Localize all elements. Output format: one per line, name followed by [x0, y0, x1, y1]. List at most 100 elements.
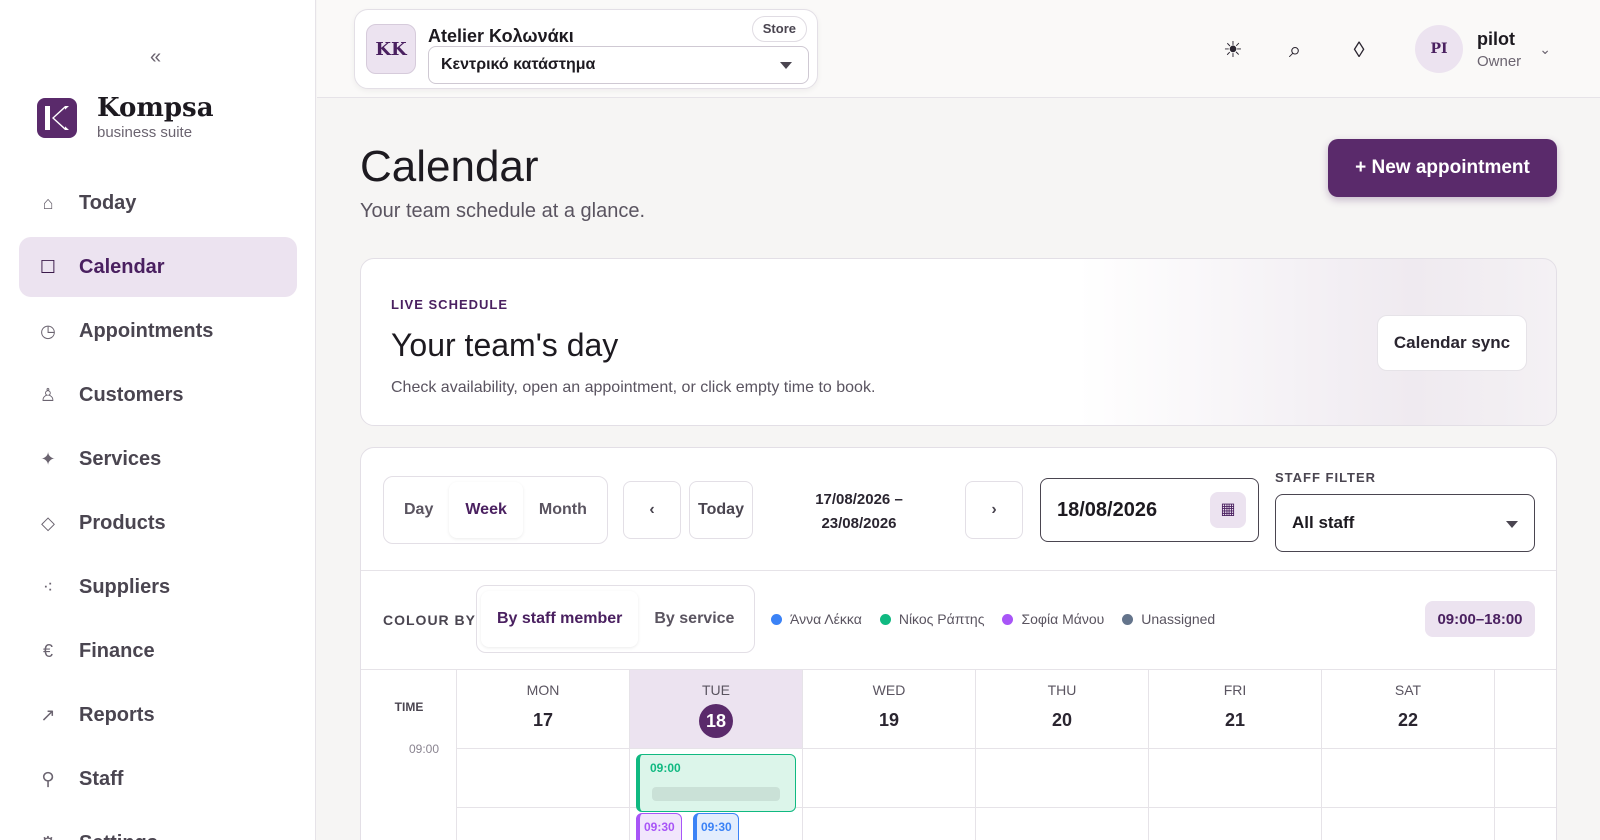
view-week-button[interactable]: Week [449, 482, 523, 538]
sidebar-item-label: Services [79, 447, 162, 470]
sidebar-item-label: Suppliers [79, 575, 171, 598]
day-number: 20 [1051, 710, 1073, 730]
sidebar-item-label: Today [79, 191, 137, 214]
sidebar-item-customers[interactable]: ♙ Customers [19, 365, 297, 425]
grid-header-line [457, 748, 1556, 749]
person-icon: ♙ [39, 384, 57, 405]
day-number: 22 [1397, 710, 1419, 730]
sidebar-item-reports[interactable]: ↗ Reports [19, 685, 297, 745]
appointment-details-redacted [652, 787, 780, 801]
date-value: 18/08/2026 [1057, 499, 1158, 521]
legend-item: Νίκος Ράπτης [879, 611, 985, 627]
staff-filter-select[interactable]: All staff [1275, 494, 1535, 552]
brand-name: Kompsa [97, 93, 214, 123]
diamond-icon: ◇ [41, 512, 55, 533]
sidebar-item-appointments[interactable]: ◷ Appointments [19, 301, 297, 361]
day-column[interactable]: WED 19 [803, 670, 976, 840]
hours-badge: 09:00–18:00 [1425, 601, 1535, 637]
next-week-button[interactable]: › [965, 481, 1023, 539]
sidebar-item-staff[interactable]: ⚲ Staff [19, 749, 297, 809]
legend: Άννα Λέκκα Νίκος Ράπτης Σοφία Μάνου Unassig… [771, 611, 1233, 627]
new-appointment-button[interactable]: + New appointment [1328, 139, 1557, 197]
euro-icon: € [42, 640, 53, 661]
page-title: Calendar [360, 142, 539, 191]
divider [361, 570, 1556, 571]
legend-item: Σοφία Μάνου [1002, 611, 1104, 627]
sidebar-item-settings[interactable]: ⚙ Settings [19, 813, 297, 840]
range-end: 23/08/2026 [821, 515, 897, 532]
date-range: 17/08/2026 – 23/08/2026 [791, 488, 927, 536]
user-menu[interactable]: PI pilot Owner ⌄ [1415, 25, 1551, 73]
calendar-icon: ☐ [39, 256, 57, 277]
legend-item: Άννα Λέκκα [771, 611, 862, 627]
sidebar-nav: ⌂ Today ☐ Calendar ◷ Appointments ♙ Customers ✦ S… [19, 173, 297, 840]
sidebar-item-products[interactable]: ◇ Products [19, 493, 297, 553]
grid-row-line [457, 807, 1556, 808]
day-number: 17 [532, 710, 554, 730]
time-header: TIME [394, 700, 424, 714]
store-switcher: KK Atelier Κολωνάκι Store Κεντρικό κατάσ… [354, 9, 818, 89]
day-column[interactable]: FRI 21 [1149, 670, 1322, 840]
calendar-picker-icon[interactable]: ▦ [1210, 492, 1246, 528]
time-label: 09:00 [409, 742, 440, 756]
appointment-time: 09:30 [644, 820, 675, 834]
live-title: Your team's day [391, 327, 619, 363]
calendar-sync-button[interactable]: Calendar sync [1377, 315, 1527, 371]
day-column[interactable]: SAT 22 [1322, 670, 1495, 840]
day-name: MON [526, 682, 560, 698]
store-name: Atelier Κολωνάκι [428, 26, 574, 46]
week-grid: TIME 09:00 MON 17 TUE 18 WED 19 THU 20 FRI 21 SAT 2… [361, 670, 1556, 840]
day-number: 19 [878, 710, 900, 730]
network-icon: ⁖ [42, 576, 54, 597]
date-field[interactable]: 18/08/2026 ▦ [1040, 478, 1259, 542]
sidebar-item-suppliers[interactable]: ⁖ Suppliers [19, 557, 297, 617]
legend-dot-icon [771, 613, 782, 625]
collapse-sidebar-button[interactable]: « [150, 46, 161, 69]
sidebar-item-label: Settings [79, 832, 158, 840]
colour-by-service-button[interactable]: By service [638, 591, 750, 647]
sidebar: « Kompsa business suite ⌂ Today ☐ Calendar ◷… [0, 0, 316, 840]
trend-arrow-icon: ↗ [40, 704, 56, 725]
day-column[interactable]: MON 17 [457, 670, 630, 840]
sidebar-item-label: Calendar [79, 255, 165, 278]
store-tag-badge: Store [751, 16, 807, 42]
calendar-panel: Day Week Month ‹ Today 17/08/2026 – 23/08/… [360, 447, 1557, 840]
sidebar-item-label: Products [79, 511, 166, 534]
day-slots[interactable] [1322, 748, 1494, 840]
sidebar-item-calendar[interactable]: ☐ Calendar [19, 237, 297, 297]
appointment-card[interactable]: 09:30 [636, 813, 682, 840]
view-day-button[interactable]: Day [388, 482, 449, 538]
sidebar-item-services[interactable]: ✦ Services [19, 429, 297, 489]
prev-week-button[interactable]: ‹ [623, 481, 681, 539]
page-subtitle: Your team schedule at a glance. [360, 200, 646, 222]
day-slots[interactable] [803, 748, 975, 840]
store-location-select[interactable]: Κεντρικό κατάστημα [428, 46, 809, 84]
colour-by-staff-button[interactable]: By staff member [481, 591, 639, 647]
brand[interactable]: Kompsa business suite [37, 94, 214, 141]
sidebar-item-label: Customers [79, 383, 184, 406]
legend-label: Νίκος Ράπτης [898, 611, 985, 627]
day-number: 18 [699, 704, 733, 738]
sidebar-item-finance[interactable]: € Finance [19, 621, 297, 681]
store-avatar: KK [366, 24, 416, 74]
theme-toggle-icon[interactable]: ☀ [1219, 36, 1247, 64]
brand-subtitle: business suite [97, 124, 193, 141]
appointment-card[interactable]: 09:30 [693, 813, 739, 840]
day-slots[interactable] [1149, 748, 1321, 840]
search-icon[interactable]: ⌕ [1281, 36, 1309, 64]
topbar: KK Atelier Κολωνάκι Store Κεντρικό κατάσ… [317, 0, 1600, 98]
sidebar-item-label: Appointments [79, 319, 214, 342]
day-column[interactable]: THU 20 [976, 670, 1149, 840]
day-name: TUE [702, 682, 730, 698]
appointment-card[interactable]: 09:00 [636, 754, 796, 812]
day-slots[interactable] [457, 748, 629, 840]
legend-label: Σοφία Μάνου [1021, 611, 1105, 627]
view-month-button[interactable]: Month [523, 482, 603, 538]
sidebar-item-today[interactable]: ⌂ Today [19, 173, 297, 233]
diamond-icon[interactable]: ◊ [1345, 36, 1373, 64]
today-button[interactable]: Today [689, 481, 753, 539]
day-slots[interactable] [976, 748, 1148, 840]
chevron-down-icon[interactable]: ⌄ [1539, 41, 1551, 58]
clock-icon: ◷ [40, 320, 56, 341]
avatar: PI [1415, 25, 1463, 73]
